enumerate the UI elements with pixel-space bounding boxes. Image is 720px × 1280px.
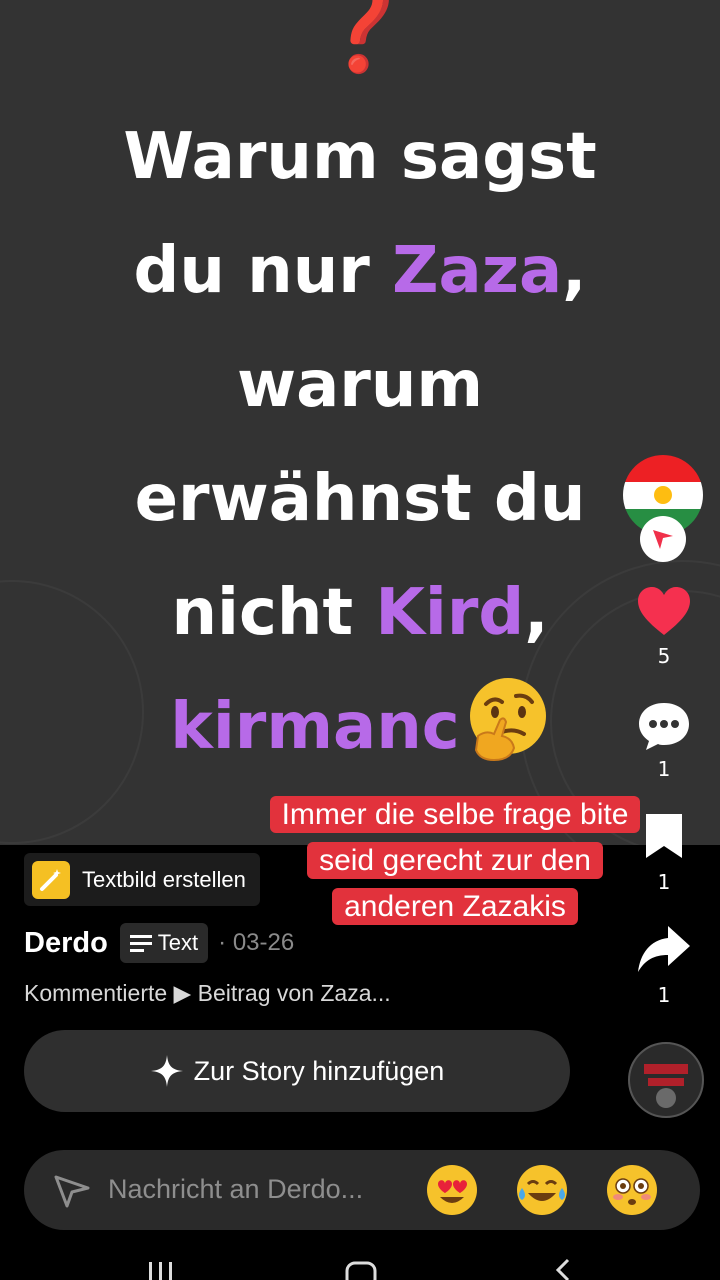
headline-text: du nur bbox=[133, 234, 393, 308]
send-to-icon[interactable] bbox=[640, 516, 686, 562]
sticker-line-2: seid gerecht zur den bbox=[307, 842, 603, 879]
post-headline: Warum sagst du nur Zaza, warum erwähnst … bbox=[60, 100, 660, 784]
sticker-line-3: anderen Zazakis bbox=[332, 888, 578, 925]
message-input[interactable]: Nachricht an Derdo... bbox=[108, 1174, 363, 1205]
sound-disc-icon bbox=[630, 1044, 702, 1116]
thinking-face-emoji bbox=[469, 678, 546, 762]
like-count: 5 bbox=[657, 644, 671, 668]
comment-button[interactable] bbox=[636, 700, 692, 752]
message-bar[interactable]: Nachricht an Derdo... bbox=[24, 1150, 700, 1230]
post-type-label: Text bbox=[157, 930, 199, 955]
magic-pen-icon bbox=[32, 860, 70, 899]
headline-line-1: Warum sagst bbox=[123, 120, 597, 194]
sticker-line-1: Immer die selbe frage bite bbox=[269, 796, 641, 833]
sparkle-icon bbox=[150, 1055, 183, 1087]
creator-username[interactable]: Derdo bbox=[24, 927, 108, 960]
back-icon[interactable] bbox=[552, 1258, 574, 1280]
share-button[interactable] bbox=[636, 924, 692, 974]
headline-line-3: warum bbox=[236, 348, 484, 422]
headline-line-5: nicht Kird, bbox=[60, 556, 660, 670]
heart-icon bbox=[638, 587, 690, 635]
headline-text: , bbox=[524, 576, 549, 650]
paper-plane-icon[interactable] bbox=[54, 1174, 90, 1208]
post-type-badge: Text bbox=[119, 923, 209, 963]
headline-line-6: kirmanc bbox=[60, 670, 660, 784]
tears-of-joy-emoji[interactable] bbox=[516, 1164, 568, 1216]
highlight-zaza: Zaza bbox=[392, 234, 563, 308]
chip-label: Textbild erstellen bbox=[82, 866, 246, 892]
system-nav-bar bbox=[0, 1240, 720, 1280]
headline-line-4: erwähnst du bbox=[134, 462, 586, 536]
like-button[interactable] bbox=[636, 585, 692, 637]
create-textbild-chip[interactable]: Textbild erstellen bbox=[24, 853, 260, 906]
text-lines-icon bbox=[129, 935, 152, 952]
flushed-face-emoji[interactable] bbox=[606, 1164, 658, 1216]
post-canvas[interactable]: ❓ Warum sagst du nur Zaza, warum erwähns… bbox=[0, 0, 720, 845]
commented-reference[interactable]: Kommentierte ▶ Beitrag von Zaza... bbox=[24, 980, 391, 1007]
creator-meta-row: Derdo Text · 03-26 bbox=[24, 920, 294, 966]
comment-bubble-icon bbox=[639, 703, 689, 750]
highlight-kird: Kird bbox=[375, 576, 525, 650]
text-sticker: Immer die selbe frage bite seid gerecht … bbox=[250, 792, 660, 930]
share-count: 1 bbox=[657, 983, 671, 1007]
post-date: · 03-26 bbox=[218, 929, 295, 956]
add-to-story-button[interactable]: Zur Story hinzufügen bbox=[24, 1030, 570, 1112]
headline-line-2: du nur Zaza, bbox=[60, 214, 660, 328]
highlight-kirmanc: kirmanc bbox=[170, 690, 460, 764]
headline-text: nicht bbox=[171, 576, 376, 650]
home-icon[interactable] bbox=[344, 1260, 378, 1280]
headline-text: , bbox=[562, 234, 587, 308]
heart-eyes-emoji[interactable] bbox=[426, 1164, 478, 1216]
music-disc-avatar[interactable] bbox=[628, 1042, 704, 1118]
question-mark: ❓ bbox=[302, 0, 418, 77]
recent-apps-icon[interactable] bbox=[146, 1262, 176, 1280]
share-arrow-icon bbox=[638, 926, 690, 972]
add-to-story-label: Zur Story hinzufügen bbox=[193, 1055, 445, 1086]
comment-count: 1 bbox=[657, 757, 671, 781]
